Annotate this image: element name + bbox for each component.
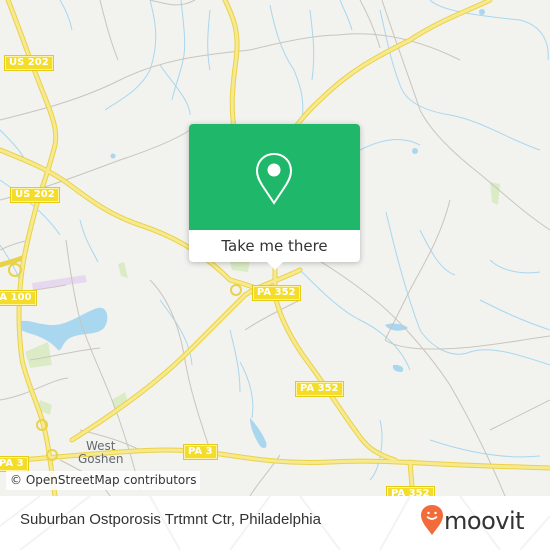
popup-header bbox=[189, 124, 360, 230]
map-pin-icon bbox=[255, 152, 293, 205]
road-shield-pa-352: PA 352 bbox=[386, 486, 435, 496]
place-label-west-goshen: West Goshen bbox=[78, 439, 124, 466]
location-title: Suburban Ostporosis Trtmnt Ctr, Philadel… bbox=[20, 511, 321, 528]
road-shield-pa-100: PA 100 bbox=[0, 290, 37, 306]
moovit-brand-text: moovit bbox=[444, 507, 525, 535]
road-shield-pa-3: PA 3 bbox=[0, 456, 29, 472]
footer-bar: Suburban Ostporosis Trtmnt Ctr, Philadel… bbox=[0, 496, 550, 550]
location-popup: Take me there bbox=[189, 124, 360, 270]
popup-pointer bbox=[266, 261, 284, 270]
moovit-logo-icon bbox=[421, 505, 443, 535]
take-me-there-button[interactable]: Take me there bbox=[189, 230, 360, 262]
road-shield-pa-3: PA 3 bbox=[183, 444, 218, 460]
map-attribution[interactable]: © OpenStreetMap contributors bbox=[6, 471, 201, 490]
road-shield-pa-352: PA 352 bbox=[295, 381, 344, 397]
road-shield-us-202: US 202 bbox=[4, 55, 54, 71]
road-shield-pa-352: PA 352 bbox=[252, 285, 301, 301]
attribution-text[interactable]: © OpenStreetMap contributors bbox=[10, 473, 196, 487]
airport-area bbox=[32, 275, 87, 290]
road-shield-us-202: US 202 bbox=[10, 187, 60, 203]
map-view[interactable]: US 202 US 202 PA 100 PA 352 PA 352 PA 3 … bbox=[0, 0, 550, 496]
